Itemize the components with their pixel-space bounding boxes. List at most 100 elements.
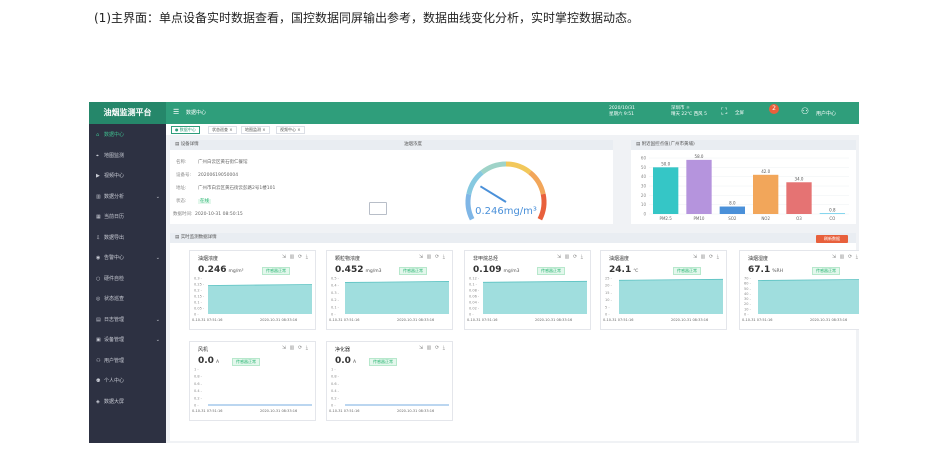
card-toolbar-icons[interactable]: ⇲ ▥ ⟳ ⤓	[282, 254, 309, 260]
sensor-value-number: 24.1	[609, 265, 632, 275]
national-bar-chart: 0 10 20 30 40 50 60 50.0 PM2.5 58.0 PM10 8.0 SO2 42.0…	[641, 154, 849, 221]
y-tick-label: 10 -	[744, 307, 752, 311]
device-info-value: 2020-10-31 08:50:15	[195, 212, 243, 217]
y-tick-label: 0.2 -	[331, 298, 340, 302]
y-tick-label: 0.02 -	[469, 307, 480, 311]
sidebar-item-label: 视频中心	[104, 173, 125, 179]
y-tick-label: 0 -	[744, 313, 749, 317]
y-tick-label: 50 -	[744, 287, 752, 291]
sidebar-item[interactable]: ⚉ 个人中心	[89, 372, 166, 391]
sensor-status-badge: 传感器正常	[673, 267, 701, 275]
fullscreen-button[interactable]: 全屏	[735, 110, 744, 116]
bar-no2[interactable]	[753, 174, 779, 214]
y-tick-label: 0.25 -	[194, 283, 205, 287]
sensor-status-badge: 传感器正常	[232, 358, 260, 366]
datetime: 2020/10/31 星期六 9:51	[609, 106, 635, 118]
y-tick-label: 20 -	[744, 302, 752, 306]
bar-so2[interactable]	[719, 206, 745, 214]
fullscreen-icon[interactable]: ⛶	[721, 107, 727, 117]
sidebar-item[interactable]: ○ 硬件自检	[89, 270, 166, 289]
sensor-status-badge: 传感器正常	[262, 267, 290, 275]
device-info-row: 名称: 广州白云区黄石街仁餐馆	[176, 159, 248, 165]
top-bar: 油烟监测平台 ☰ 数据中心 2020/10/31 星期六 9:51 深圳市 ☼ …	[89, 102, 859, 124]
sensor-name: 油烟浓度	[198, 256, 219, 262]
user-center-link[interactable]: 用户中心	[816, 110, 836, 117]
device-info-value: 在线	[198, 199, 211, 204]
national-panel-title: ▤ 附近国控点值(广州市黄埔)	[631, 140, 856, 150]
sensor-unit: mg/m³	[228, 269, 244, 274]
tab-item[interactable]: 视频中心 ×	[276, 126, 305, 134]
map-icon: ⌖	[96, 152, 99, 159]
sensor-value: 24.1 ℃	[609, 265, 638, 275]
sidebar-item[interactable]: ⌖ 地图监测	[89, 147, 166, 166]
x-category-label: SO2	[728, 216, 737, 221]
sensor-value-number: 0.0	[335, 356, 351, 366]
sidebar-item[interactable]: ▶ 视频中心	[89, 167, 166, 186]
sidebar-item[interactable]: ▤ 日志管理 ⌄	[89, 311, 166, 330]
sensor-value: 0.0 A	[198, 356, 219, 366]
sidebar-item[interactable]: ◉ 告警中心 ⌄	[89, 249, 166, 268]
y-tick-label: 0.12 -	[469, 277, 480, 281]
notification-badge[interactable]: 2	[769, 104, 779, 114]
bar-o3[interactable]	[786, 182, 812, 214]
y-tick-label: 0 -	[194, 313, 199, 317]
device-title: 设备详情	[180, 142, 199, 147]
sensor-line-chart: 70 -60 -50 -40 -30 -20 -10 - 0 -0-10-31 0…	[742, 277, 859, 322]
sensor-name: 风机	[198, 347, 209, 353]
x-end-label: 2020-10-31 08:33:16	[397, 409, 434, 413]
tab-item[interactable]: ● 数据中心	[171, 126, 200, 134]
realtime-panel-title: ▤ 实时监测数据详情	[170, 233, 856, 243]
chevron-down-icon: ⌄	[155, 255, 160, 261]
device-info-row: 状态: 在线	[176, 198, 211, 204]
bar-value-label: 8.0	[729, 201, 736, 206]
bar-value-label: 34.0	[795, 176, 804, 181]
device-info-key: 地址:	[176, 186, 187, 191]
menu-icon[interactable]: ☰	[173, 108, 179, 116]
card-toolbar-icons[interactable]: ⇲ ▥ ⟳ ⤓	[693, 254, 720, 260]
user-icon[interactable]: ⚇	[801, 107, 809, 117]
refresh-data-button[interactable]: 刷新数据	[816, 235, 848, 243]
national-title: 附近国控点值(广州市黄埔)	[641, 142, 695, 147]
device-info-key: 名称:	[176, 160, 187, 165]
device-info-value: 广州市白云区黄石街云彭路2号1楼101	[198, 186, 276, 191]
card-toolbar-icons[interactable]: ⇲ ▥ ⟳ ⤓	[282, 345, 309, 351]
bar-pm25[interactable]	[653, 167, 679, 214]
tab-item[interactable]: 地图监测 ×	[241, 126, 270, 134]
tab-item[interactable]: 状态巡查 ×	[208, 126, 237, 134]
sidebar-item[interactable]: ◎ 状态巡查	[89, 290, 166, 309]
x-end-label: 2020-10-31 08:33:16	[397, 318, 434, 322]
card-toolbar-icons[interactable]: ⇲ ▥ ⟳ ⤓	[832, 254, 859, 260]
y-tick-label: 0.8 -	[194, 375, 203, 379]
sidebar-item[interactable]: ⌂ 数据中心	[89, 126, 166, 145]
y-tick-label: 15 -	[605, 291, 613, 295]
sensor-name: 油烟温度	[609, 256, 630, 262]
sidebar-item[interactable]: ▣ 设备管理 ⌄	[89, 331, 166, 350]
card-toolbar-icons[interactable]: ⇲ ▥ ⟳ ⤓	[419, 345, 446, 351]
sidebar-item-label: 数据大屏	[104, 398, 125, 405]
sidebar-item[interactable]: ▦ 当前日历	[89, 208, 166, 227]
sidebar-item-label: 状态巡查	[104, 296, 125, 302]
sidebar-item[interactable]: ◈ 数据大屏	[89, 393, 166, 412]
bar-co[interactable]	[819, 213, 845, 214]
gauge-segment	[505, 161, 532, 175]
sensor-line-chart: 0.3 - 0.25 - 0.2 - 0.15 - 0.1 - 0.05 - 0 -0-10…	[192, 277, 313, 322]
screen-icon: ◈	[96, 398, 100, 405]
sensor-card: 油烟湿度 ⇲ ▥ ⟳ ⤓ 67.1 %RH 传感器正常 70 -60 -50 -40 -3…	[739, 250, 859, 330]
alarm-icon: ◉	[96, 255, 101, 261]
y-tick-label: 1 -	[331, 368, 336, 372]
sensor-card: 颗粒物浓度 ⇲ ▥ ⟳ ⤓ 0.452 mg/m3 传感器正常 0.5 - 0.4 - 0.3…	[326, 250, 453, 330]
sensor-value: 67.1 %RH	[748, 265, 783, 275]
sensor-value-number: 0.452	[335, 265, 364, 275]
chevron-down-icon: ⌄	[155, 193, 160, 200]
card-toolbar-icons[interactable]: ⇲ ▥ ⟳ ⤓	[419, 254, 446, 260]
bar-pm10[interactable]	[686, 159, 712, 214]
card-toolbar-icons[interactable]: ⇲ ▥ ⟳ ⤓	[557, 254, 584, 260]
sidebar-item[interactable]: ▥ 数据分析 ⌄	[89, 188, 166, 207]
gauge-segment	[528, 170, 546, 195]
sensor-status-badge: 传感器正常	[537, 267, 565, 275]
y-tick-label: 0.05 -	[194, 307, 205, 311]
sidebar-item[interactable]: ⚇ 用户管理	[89, 352, 166, 371]
x-start-label: 0-10-31 07:51:16	[742, 318, 773, 322]
sidebar-item[interactable]: ⇩ 数据导出	[89, 229, 166, 248]
sensor-value-number: 0.109	[473, 265, 502, 275]
